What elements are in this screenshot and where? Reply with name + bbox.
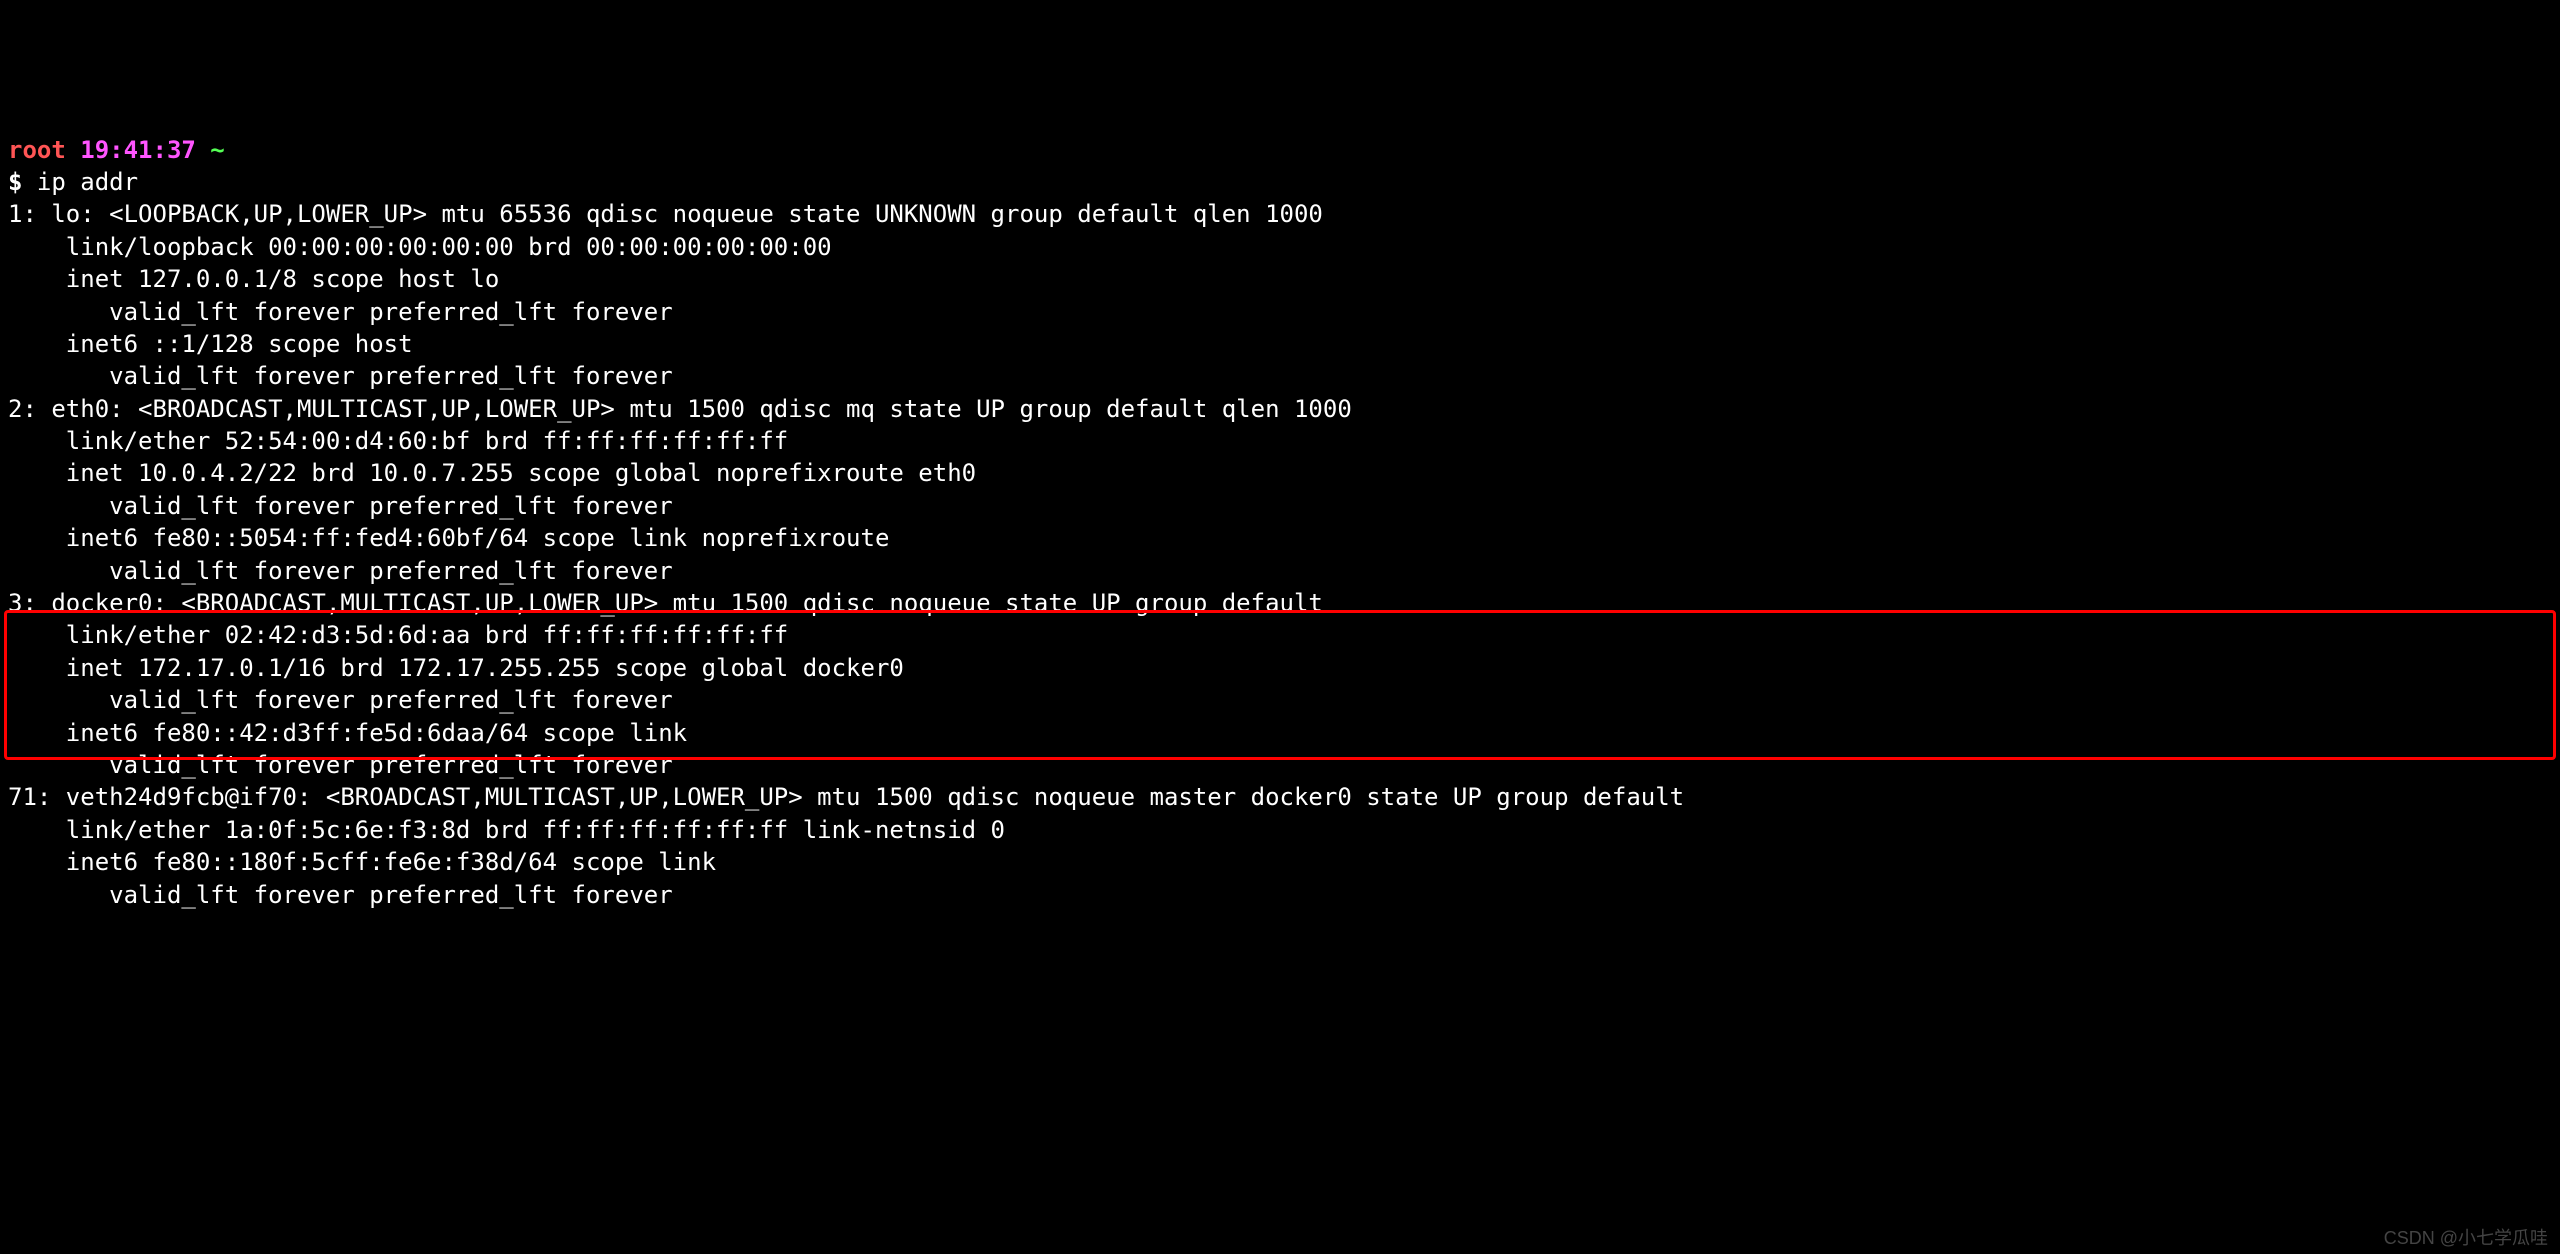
if-line-3-2: valid_lft forever preferred_lft forever [8,881,673,909]
if-line-1-1: inet 10.0.4.2/22 brd 10.0.7.255 scope gl… [8,459,976,487]
if-line-0-1: inet 127.0.0.1/8 scope host lo [8,265,499,293]
if-line-1-2: valid_lft forever preferred_lft forever [8,492,673,520]
if-line-1-0: link/ether 52:54:00:d4:60:bf brd ff:ff:f… [8,427,788,455]
if-line-0-0: link/loopback 00:00:00:00:00:00 brd 00:0… [8,233,832,261]
if-line-0-3: inet6 ::1/128 scope host [8,330,427,358]
prompt-dollar: $ [8,168,22,196]
if-line-2-3: inet6 fe80::42:d3ff:fe5d:6daa/64 scope l… [8,719,702,747]
if-line-1-4: valid_lft forever preferred_lft forever [8,557,673,585]
terminal-output[interactable]: root 19:41:37 ~ $ ip addr 1: lo: <LOOPBA… [8,134,2552,911]
if-header-1: 2: eth0: <BROADCAST,MULTICAST,UP,LOWER_U… [8,395,1352,423]
if-line-2-4: valid_lft forever preferred_lft forever [8,751,673,779]
if-line-2-2: valid_lft forever preferred_lft forever [8,686,673,714]
prompt-time: 19:41:37 [80,136,196,164]
watermark: CSDN @小七学瓜哇 [2384,1226,2548,1250]
if-line-1-3: inet6 fe80::5054:ff:fed4:60bf/64 scope l… [8,524,904,552]
if-line-2-1: inet 172.17.0.1/16 brd 172.17.255.255 sc… [8,654,904,682]
if-header-0: 1: lo: <LOOPBACK,UP,LOWER_UP> mtu 65536 … [8,200,1323,228]
if-line-3-1: inet6 fe80::180f:5cff:fe6e:f38d/64 scope… [8,848,730,876]
if-line-3-0: link/ether 1a:0f:5c:6e:f3:8d brd ff:ff:f… [8,816,1005,844]
if-line-2-0: link/ether 02:42:d3:5d:6d:aa brd ff:ff:f… [8,621,788,649]
if-line-0-4: valid_lft forever preferred_lft forever [8,362,673,390]
if-header-2: 3: docker0: <BROADCAST,MULTICAST,UP,LOWE… [8,589,1337,617]
prompt-cwd: ~ [210,136,224,164]
if-header-3: 71: veth24d9fcb@if70: <BROADCAST,MULTICA… [8,783,1699,811]
prompt-user: root [8,136,66,164]
if-line-0-2: valid_lft forever preferred_lft forever [8,298,673,326]
command-text: ip addr [37,168,138,196]
